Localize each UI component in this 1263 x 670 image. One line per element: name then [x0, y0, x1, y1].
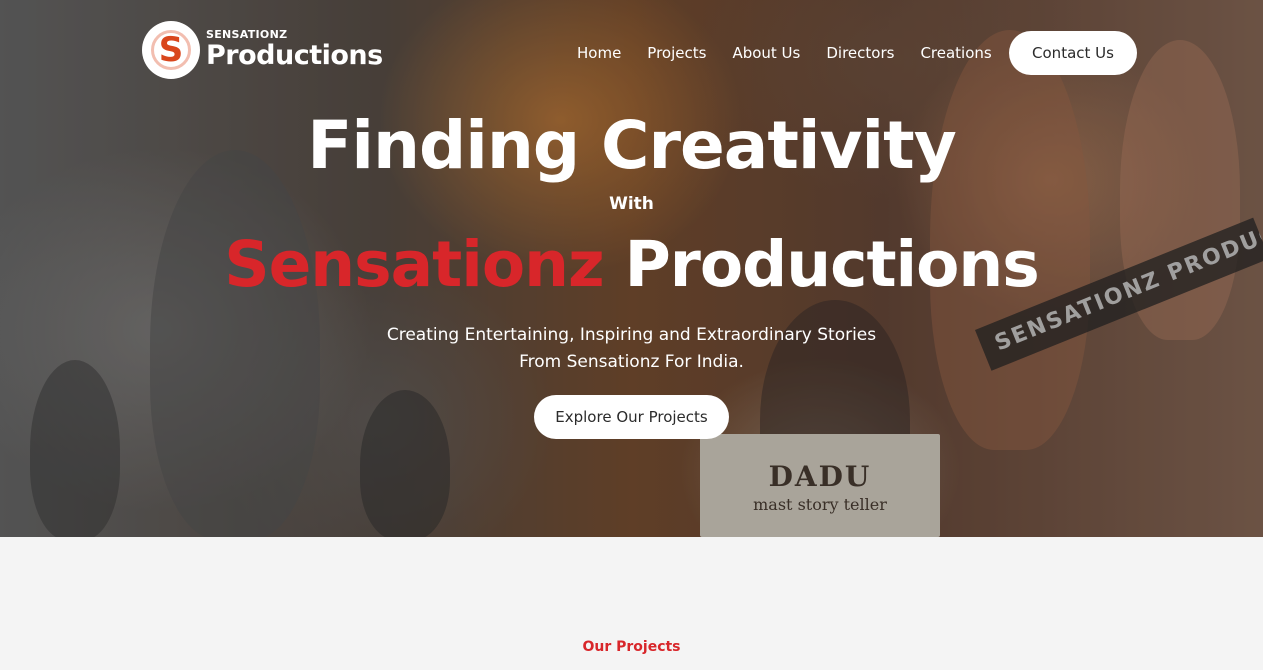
hero-subtitle: Creating Entertaining, Inspiring and Ext… [0, 322, 1263, 376]
hero-subtitle-line-2: From Sensationz For India. [519, 352, 744, 372]
logo-big-text: Productions [206, 40, 383, 71]
hero-section: SENSATIONZ PRODUCTIONS DADU mast story t… [0, 0, 1263, 537]
nav-item-creations[interactable]: Creations [920, 44, 991, 62]
hero-subtitle-line-1: Creating Entertaining, Inspiring and Ext… [386, 325, 877, 345]
our-projects-label: Our Projects [582, 639, 681, 655]
logo-wordmark: SENSATIONZ Productions [206, 29, 383, 71]
hero-title-with: With [609, 194, 654, 214]
logo-s-icon: S [142, 21, 200, 79]
nav-item-home[interactable]: Home [577, 44, 621, 62]
nav-item-projects[interactable]: Projects [647, 44, 706, 62]
hero-brand-red: Sensationz [224, 228, 604, 301]
main-nav: Home Projects About Us Directors Creatio… [577, 44, 992, 62]
explore-projects-button[interactable]: Explore Our Projects [534, 395, 729, 439]
hero-brand-white: Productions [624, 228, 1040, 301]
contact-us-button[interactable]: Contact Us [1009, 31, 1137, 75]
nav-item-about-us[interactable]: About Us [732, 44, 800, 62]
nav-item-directors[interactable]: Directors [826, 44, 894, 62]
hero-title-line-1: Finding Creativity [307, 107, 956, 184]
site-logo[interactable]: S SENSATIONZ Productions [142, 21, 383, 79]
hero-title-line-2: Sensationz Productions [0, 224, 1263, 306]
